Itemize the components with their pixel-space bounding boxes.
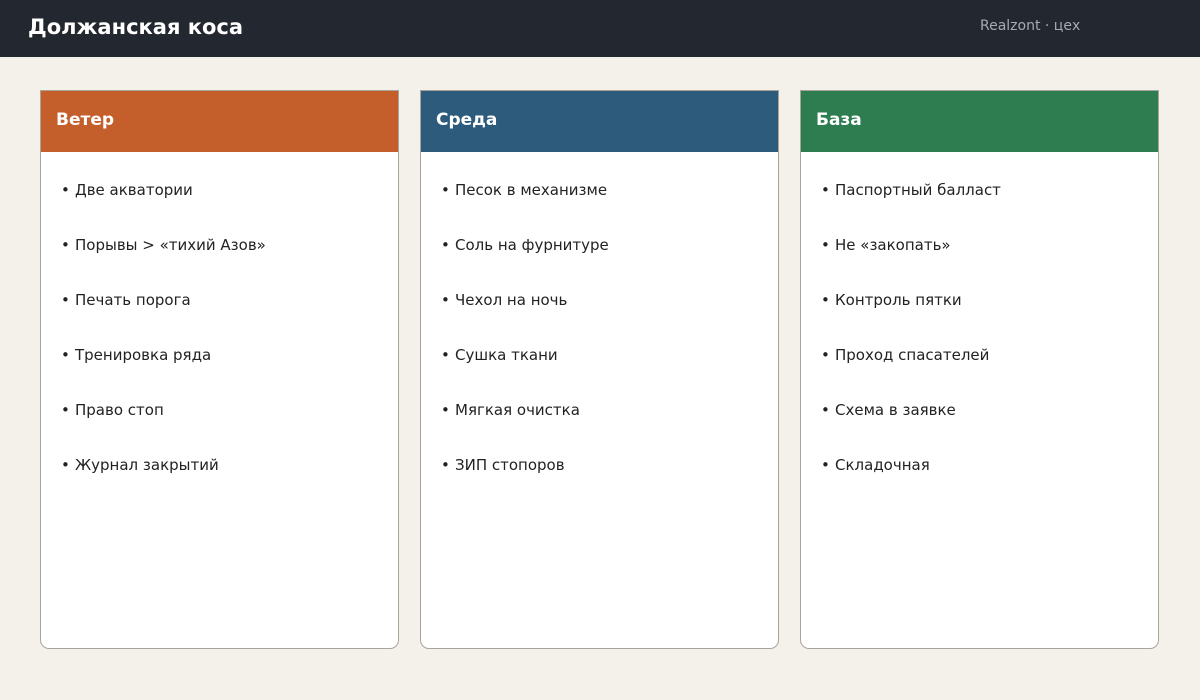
list-item: • Проход спасателей [821, 346, 990, 364]
list-item-text: Печать порога [75, 291, 191, 309]
list-item: • Песок в механизме [441, 181, 608, 199]
list-item-text: Чехол на ночь [455, 291, 568, 309]
list-item-text: Контроль пятки [835, 291, 962, 309]
list-item: • Журнал закрытий [61, 456, 219, 474]
list-item-text: Тренировка ряда [75, 346, 212, 364]
list-item: • Сушка ткани [441, 346, 558, 364]
card-title: Среда [436, 110, 498, 130]
card-baza: База • Паспортный балласт • Не «закопать» … [800, 90, 1159, 649]
list-item: • Контроль пятки [821, 291, 962, 309]
list-item-text: ЗИП стопоров [455, 456, 565, 474]
list-item-text: Право стоп [75, 401, 164, 419]
list-item: • Право стоп [61, 401, 164, 419]
list-item: • Печать порога [61, 291, 191, 309]
list-item-text: Складочная [835, 456, 930, 474]
list-item: • ЗИП стопоров [441, 456, 565, 474]
list-item-text: Паспортный балласт [835, 181, 1001, 199]
card-header: База [801, 91, 1158, 152]
list-item-text: Сушка ткани [455, 346, 558, 364]
list-item: • Схема в заявке [821, 401, 956, 419]
list-item: • Порывы > «тихий Азов» [61, 236, 266, 254]
card-veter: Ветер • Две акватории • Порывы > «тихий Аз… [40, 90, 399, 649]
list-item: • Не «закопать» [821, 236, 951, 254]
list-item-text: Проход спасателей [835, 346, 990, 364]
list-item-text: Порывы > «тихий Азов» [75, 236, 266, 254]
list-item-text: Журнал закрытий [75, 456, 219, 474]
card-list: • Песок в механизме • Соль на фурнитуре • Ч… [441, 180, 609, 510]
top-bar: Должанская коса Realzont · цех [0, 0, 1200, 57]
list-item-text: Не «закопать» [835, 236, 951, 254]
page-title: Должанская коса [28, 15, 244, 39]
list-item-text: Две акватории [75, 181, 193, 199]
list-item-text: Соль на фурнитуре [455, 236, 609, 254]
list-item: • Две акватории [61, 181, 193, 199]
header-meta: Realzont · цех [980, 18, 1081, 34]
card-header: Ветер [41, 91, 398, 152]
card-list: • Паспортный балласт • Не «закопать» • Конт… [821, 180, 1001, 510]
list-item-text: Песок в механизме [455, 181, 608, 199]
list-item: • Тренировка ряда [61, 346, 212, 364]
list-item: • Паспортный балласт [821, 181, 1001, 199]
list-item: • Мягкая очистка [441, 401, 580, 419]
list-item: • Складочная [821, 456, 930, 474]
card-title: База [816, 110, 862, 130]
list-item: • Чехол на ночь [441, 291, 568, 309]
card-header: Среда [421, 91, 778, 152]
list-item-text: Схема в заявке [835, 401, 956, 419]
list-item: • Соль на фурнитуре [441, 236, 609, 254]
list-item-text: Мягкая очистка [455, 401, 580, 419]
card-list: • Две акватории • Порывы > «тихий Азов» • П… [61, 180, 266, 510]
card-title: Ветер [56, 110, 115, 130]
card-sreda: Среда • Песок в механизме • Соль на фурнит… [420, 90, 779, 649]
